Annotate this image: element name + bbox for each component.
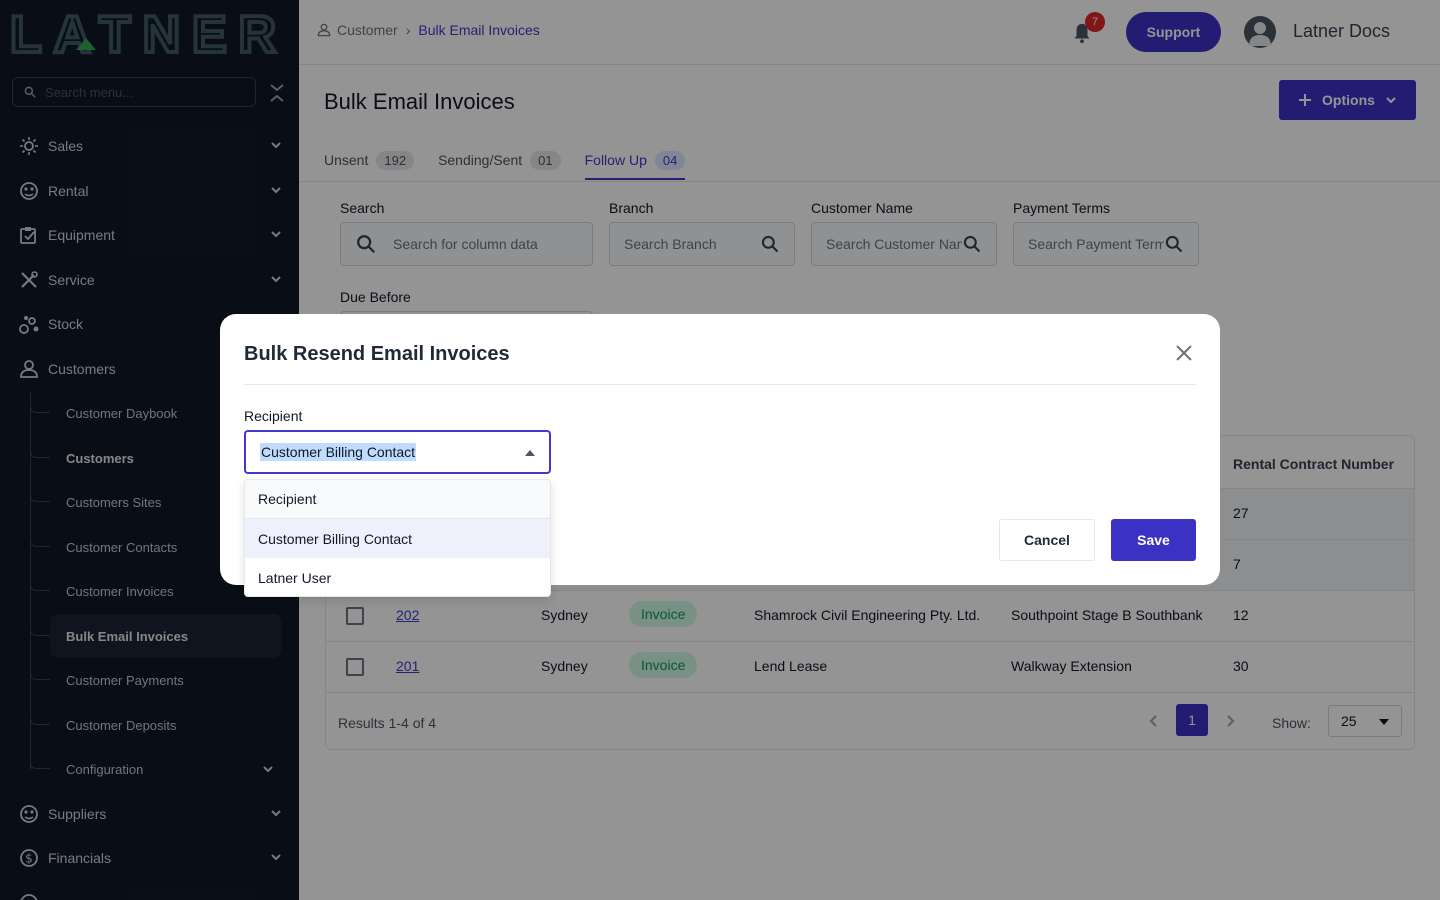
modal-divider [244,384,1196,385]
recipient-select-value: Customer Billing Contact [260,443,417,461]
dropdown-option-latner-user[interactable]: Latner User [245,558,550,596]
save-button[interactable]: Save [1111,519,1196,561]
recipient-select[interactable]: Customer Billing Contact [244,430,551,474]
dropdown-option-recipient[interactable]: Recipient [245,480,550,519]
close-icon[interactable] [1174,343,1194,363]
caret-up-icon [525,450,535,456]
cancel-button[interactable]: Cancel [999,519,1095,561]
recipient-dropdown: Recipient Customer Billing Contact Latne… [244,479,551,597]
dropdown-option-billing-contact[interactable]: Customer Billing Contact [245,519,550,558]
modal-title: Bulk Resend Email Invoices [244,343,510,365]
recipient-label: Recipient [244,408,303,424]
